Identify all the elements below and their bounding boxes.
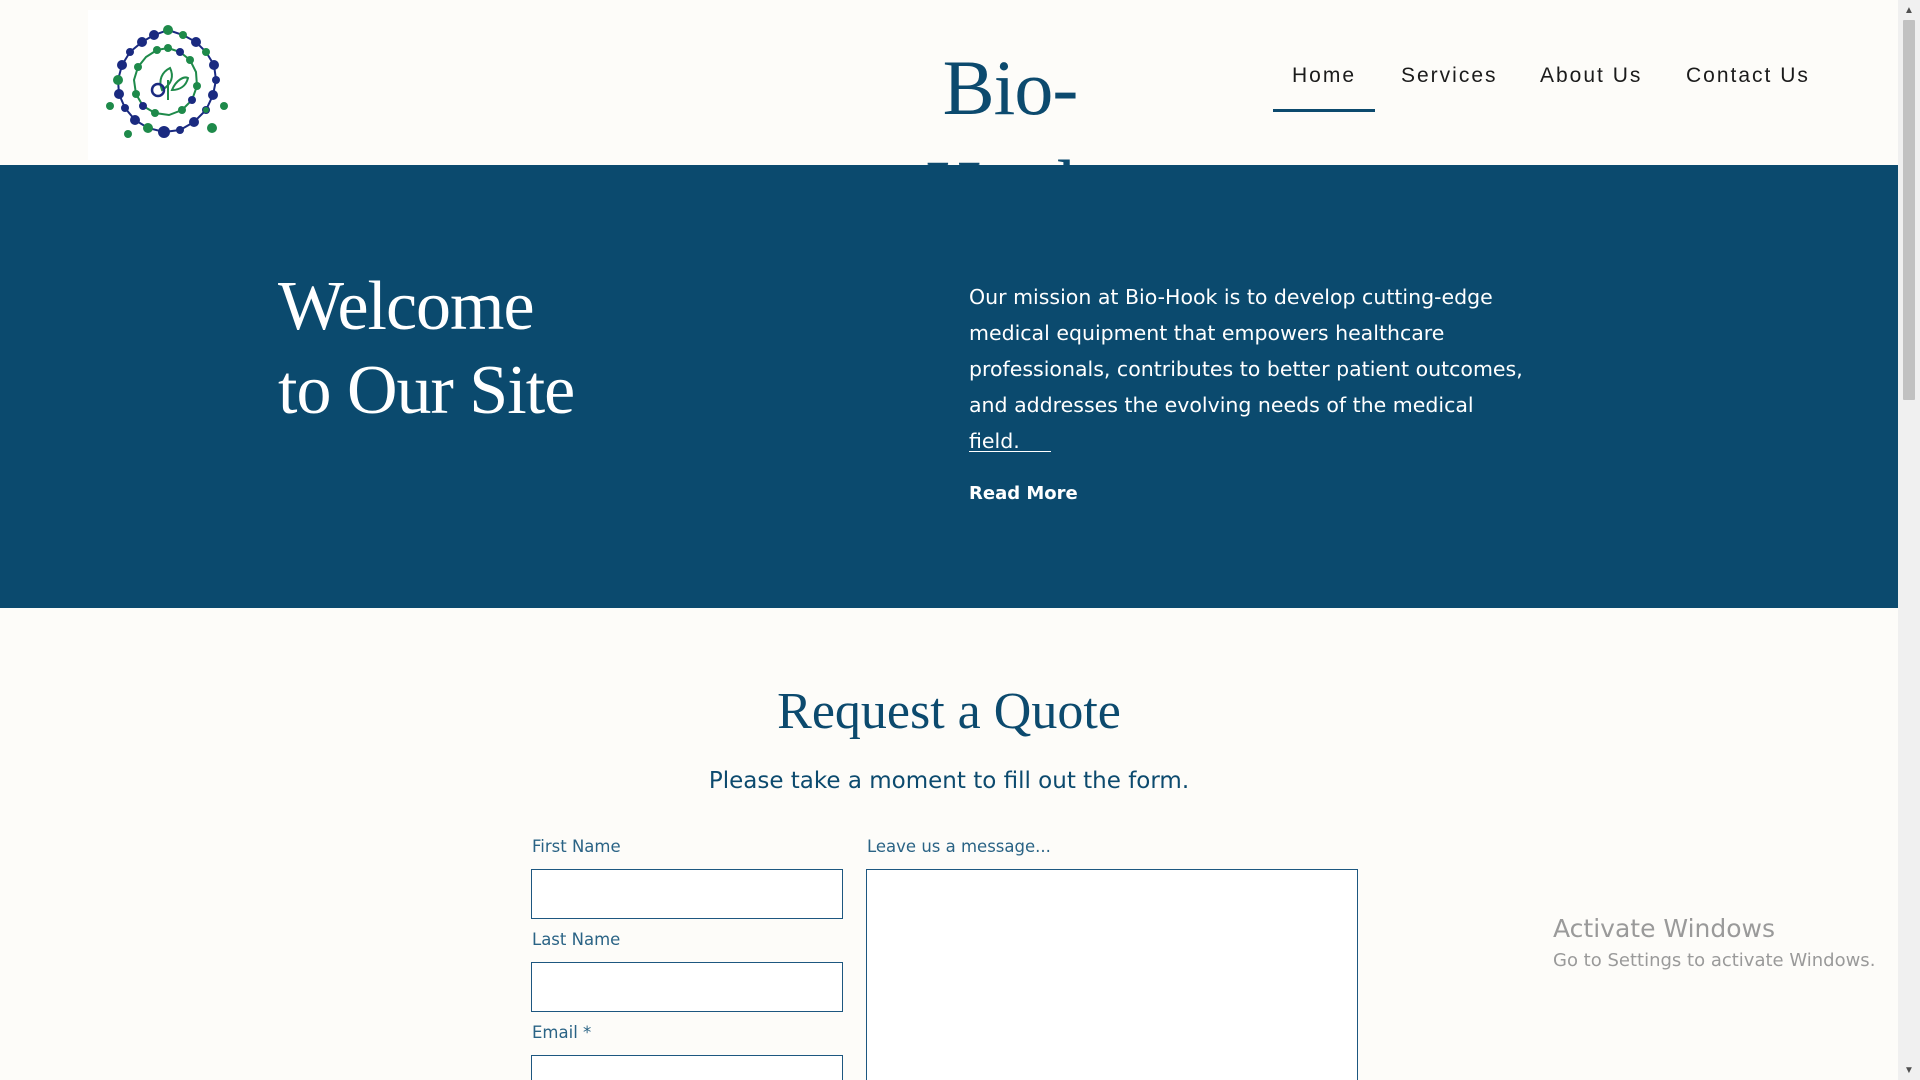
message-label: Leave us a message... <box>867 837 1051 856</box>
molecule-spiral-logo-icon <box>106 25 228 138</box>
chevron-up-icon[interactable]: ▲ <box>1898 0 1920 20</box>
mission-text: Our mission at Bio-Hook is to develop cu… <box>969 285 1523 453</box>
nav-about-us[interactable]: About Us <box>1540 64 1642 88</box>
quote-title: Request a Quote <box>777 683 1121 740</box>
read-more-link[interactable]: Read More <box>969 483 1078 504</box>
hero-section: Welcome to Our Site Our mission at Bio-H… <box>0 165 1898 608</box>
email-field[interactable] <box>531 1055 843 1080</box>
first-name-field[interactable] <box>531 869 843 919</box>
hero-title-line-2: to Our Site <box>278 352 575 429</box>
hero-title-line-1: Welcome <box>278 268 535 345</box>
quote-subtitle: Please take a moment to fill out the for… <box>708 768 1190 794</box>
message-field[interactable] <box>866 869 1358 1080</box>
last-name-label: Last Name <box>532 930 621 949</box>
first-name-label: First Name <box>532 837 621 856</box>
last-name-field[interactable] <box>531 962 843 1012</box>
nav-contact-us[interactable]: Contact Us <box>1686 64 1810 88</box>
email-label: Email * <box>532 1023 592 1042</box>
site-header: Bio-Hook Home Services About Us Contact … <box>0 0 1898 231</box>
nav-home[interactable]: Home <box>1272 64 1376 112</box>
page: Bio-Hook Home Services About Us Contact … <box>0 0 1920 1080</box>
nav-services[interactable]: Services <box>1401 64 1498 88</box>
vertical-scrollbar[interactable]: ▲ ▼ <box>1898 0 1920 1080</box>
hero-divider <box>969 451 1051 452</box>
hero-title: Welcome to Our Site <box>278 265 575 433</box>
activate-windows-title: Activate Windows <box>1553 914 1775 943</box>
chevron-down-icon[interactable]: ▼ <box>1898 1060 1920 1080</box>
site-logo[interactable] <box>88 10 250 160</box>
activate-windows-subtitle: Go to Settings to activate Windows. <box>1553 950 1876 971</box>
scrollbar-thumb[interactable] <box>1903 20 1915 400</box>
